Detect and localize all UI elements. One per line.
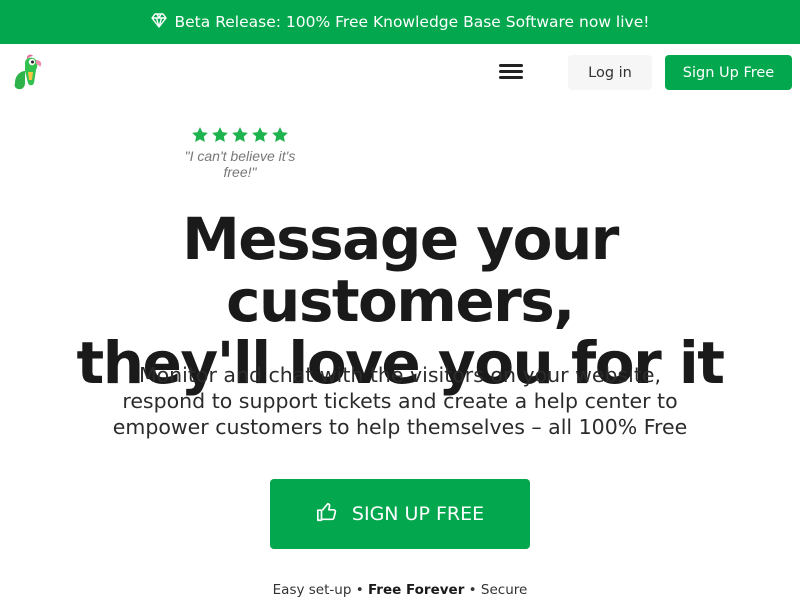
subtext-line: empower customers to help themselves – a… (112, 415, 688, 439)
feature-item: Free Forever (367, 582, 465, 598)
subtext-line: Monitor and chat with the visitors on yo… (138, 363, 662, 387)
star-icon (192, 127, 208, 143)
signup-cta-button[interactable]: SIGN UP FREE (270, 479, 530, 549)
parrot-logo[interactable] (9, 53, 47, 91)
hero-subtext: Monitor and chat with the visitors on yo… (110, 362, 690, 440)
star-icon (212, 127, 228, 143)
quote-line: "I can't believe it's (184, 148, 296, 164)
hamburger-menu-icon[interactable] (499, 61, 523, 83)
separator: • (468, 582, 477, 598)
separator: • (355, 582, 364, 598)
diamond-icon (150, 12, 167, 32)
signup-button[interactable]: Sign Up Free (665, 55, 792, 90)
announcement-banner[interactable]: Beta Release: 100% Free Knowledge Base S… (0, 0, 800, 44)
subtext-line: respond to support tickets and create a … (122, 389, 678, 413)
quote-line: free!" (223, 164, 257, 180)
star-rating (160, 126, 320, 144)
feature-item: Secure (480, 582, 528, 598)
star-icon (272, 127, 288, 143)
feature-item: Easy set-up (272, 582, 352, 598)
testimonial-quote: "I can't believe it's free!" (180, 148, 300, 180)
cta-label: SIGN UP FREE (351, 503, 485, 525)
headline-line: Message your customers, (182, 205, 619, 335)
star-icon (252, 127, 268, 143)
login-button[interactable]: Log in (568, 55, 652, 90)
thumbs-up-icon (316, 501, 338, 528)
star-icon (232, 127, 248, 143)
feature-list: Easy set-up • Free Forever • Secure (0, 582, 800, 598)
top-navigation: Log in Sign Up Free (0, 44, 800, 100)
banner-text[interactable]: Beta Release: 100% Free Knowledge Base S… (175, 13, 650, 31)
rating-widget: "I can't believe it's free!" (160, 126, 320, 180)
